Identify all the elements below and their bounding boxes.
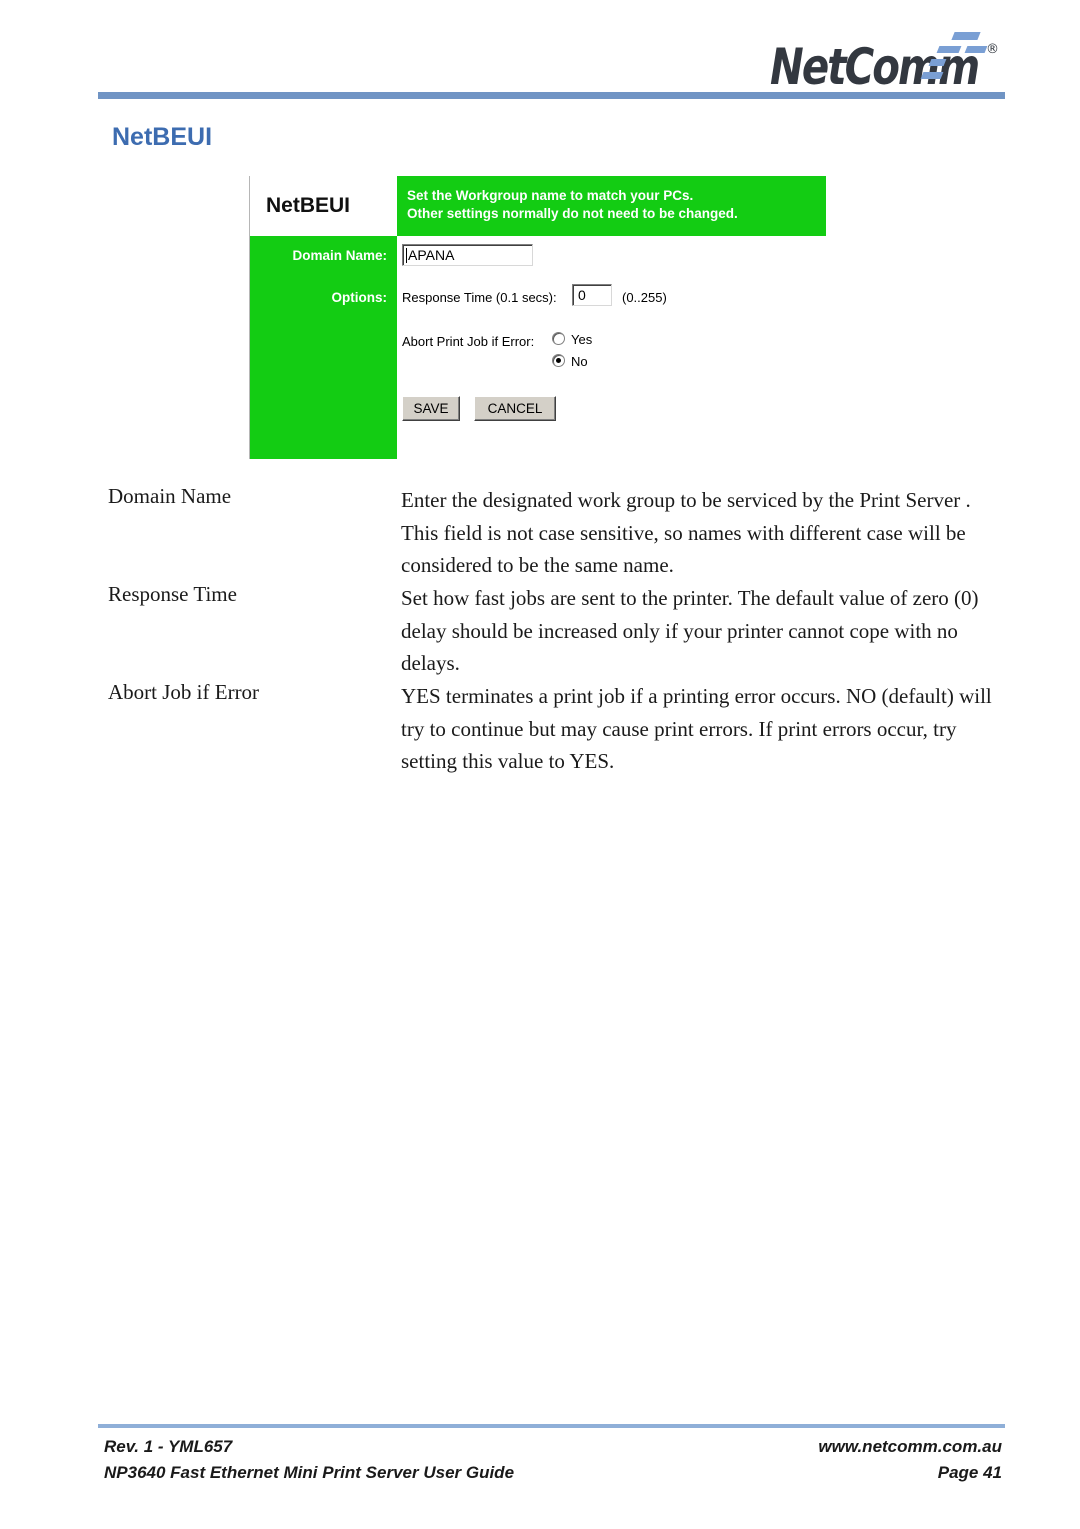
domain-name-input[interactable]: APANA — [402, 244, 533, 266]
footer-divider — [98, 1424, 1005, 1428]
config-panel-instructions: Set the Workgroup name to match your PCs… — [397, 176, 826, 236]
logo-accent-icon — [920, 72, 944, 79]
domain-name-label: Domain Name: — [292, 248, 387, 263]
netcomm-logo: NetComm ® — [770, 28, 1005, 96]
abort-print-job-label: Abort Print Job if Error: — [402, 334, 535, 349]
description-definition: YES terminates a print job if a printing… — [401, 684, 992, 773]
description-term: Domain Name — [108, 484, 232, 508]
options-label: Options: — [331, 290, 388, 305]
abort-radio-no-label: No — [571, 354, 588, 369]
radio-checked-icon — [552, 354, 565, 367]
instruction-line-1: Set the Workgroup name to match your PCs… — [407, 188, 694, 203]
abort-radio-yes[interactable]: Yes — [552, 332, 592, 347]
logo-accent-icon — [951, 32, 981, 40]
netbeui-config-screenshot: NetBEUI Set the Workgroup name to match … — [249, 176, 826, 459]
description-term: Response Time — [108, 582, 237, 606]
config-panel-header: NetBEUI Set the Workgroup name to match … — [250, 176, 826, 236]
logo-accent-icon — [936, 46, 962, 53]
config-panel-title: NetBEUI — [266, 194, 351, 217]
abort-radio-yes-label: Yes — [571, 332, 593, 347]
config-label-column: Domain Name: Options: — [250, 236, 397, 459]
save-button[interactable]: SAVE — [402, 396, 460, 421]
logo-accent-icon — [928, 59, 947, 66]
response-time-row: Response Time (0.1 secs): 0 (0..255) — [402, 284, 667, 306]
cancel-button[interactable]: CANCEL — [474, 396, 556, 421]
abort-radio-no[interactable]: No — [552, 354, 588, 369]
logo-accent-icon — [964, 46, 988, 53]
response-time-label: Response Time (0.1 secs): — [402, 290, 557, 305]
config-panel-body: Domain Name: Options: APANA Response Tim… — [250, 236, 826, 459]
config-field-column: APANA Response Time (0.1 secs): 0 (0..25… — [397, 236, 826, 459]
footer-website[interactable]: www.netcomm.com.au — [818, 1437, 1002, 1457]
description-definition: Enter the designated work group to be se… — [401, 488, 971, 577]
page-title: NetBEUI — [112, 122, 213, 151]
registered-trademark-icon: ® — [986, 42, 999, 57]
response-time-range-hint: (0..255) — [622, 290, 667, 305]
config-panel-title-cell: NetBEUI — [250, 176, 397, 236]
header-divider — [98, 92, 1005, 99]
instruction-line-2: Other settings normally do not need to b… — [407, 206, 738, 221]
description-definition: Set how fast jobs are sent to the printe… — [401, 586, 979, 675]
footer-guide-title: NP3640 Fast Ethernet Mini Print Server U… — [104, 1463, 515, 1482]
footer-page-number: Page 41 — [937, 1463, 1002, 1482]
radio-unchecked-icon — [552, 332, 565, 345]
footer-revision: Rev. 1 - YML657 — [104, 1437, 233, 1456]
description-term: Abort Job if Error — [108, 680, 260, 704]
abort-print-job-row: Abort Print Job if Error: Yes No — [402, 332, 592, 369]
response-time-input[interactable]: 0 — [572, 284, 612, 306]
